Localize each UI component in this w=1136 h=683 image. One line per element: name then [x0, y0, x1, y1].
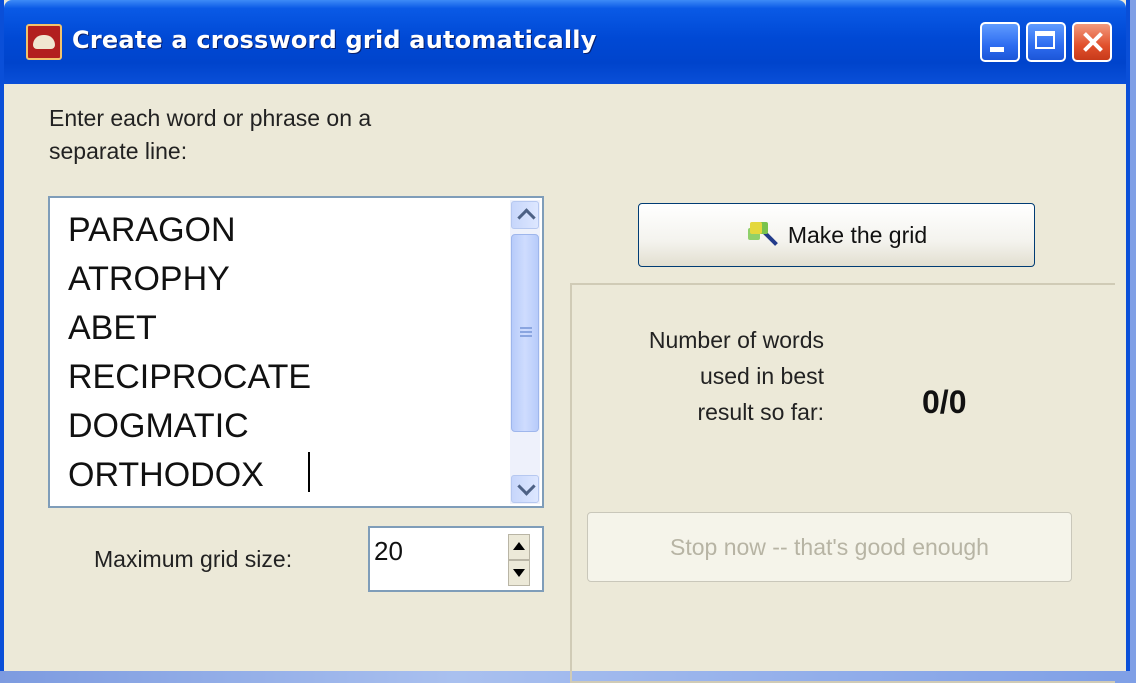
instructions-label: Enter each word or phrase on a separate … [49, 102, 479, 168]
crossword-dialog: Create a crossword grid automatically En… [0, 0, 1130, 683]
chevron-up-icon [517, 208, 536, 227]
text-caret [308, 452, 310, 492]
close-button[interactable] [1072, 22, 1112, 62]
spin-up-button[interactable] [508, 534, 530, 560]
title-bar[interactable]: Create a crossword grid automatically [4, 0, 1126, 84]
crossword-app-icon[interactable] [26, 24, 62, 60]
make-grid-button[interactable]: Make the grid [638, 203, 1035, 267]
max-grid-size-spinner[interactable] [368, 526, 544, 592]
stop-button[interactable]: Stop now -- that's good enough [587, 512, 1072, 582]
window-title: Create a crossword grid automatically [72, 26, 597, 54]
instructions-line-2: separate line: [49, 138, 188, 164]
stop-button-label: Stop now -- that's good enough [670, 533, 989, 560]
scroll-down-button[interactable] [511, 475, 539, 503]
minimize-button[interactable] [980, 22, 1020, 62]
word-list-scrollbar[interactable] [510, 200, 540, 504]
chevron-down-icon [517, 477, 536, 496]
word-list-textarea[interactable]: PARAGON ATROPHY ABET RECIPROCATE DOGMATI… [68, 206, 498, 506]
max-grid-size-label: Maximum grid size: [94, 546, 293, 572]
make-grid-label: Make the grid [787, 221, 928, 248]
spin-down-button[interactable] [508, 560, 530, 586]
scroll-thumb[interactable] [511, 234, 539, 432]
instructions-line-1: Enter each word or phrase on a [49, 105, 372, 131]
word-list-textarea-frame: PARAGON ATROPHY ABET RECIPROCATE DOGMATI… [48, 196, 544, 508]
max-grid-size-input[interactable] [374, 536, 494, 567]
maximize-button[interactable] [1026, 22, 1066, 62]
scroll-up-button[interactable] [511, 201, 539, 229]
magic-wand-icon [746, 218, 780, 252]
words-used-count: 0/0 [922, 384, 967, 420]
words-used-label: Number of words used in best result so f… [648, 327, 824, 425]
grip-icon [520, 327, 532, 339]
